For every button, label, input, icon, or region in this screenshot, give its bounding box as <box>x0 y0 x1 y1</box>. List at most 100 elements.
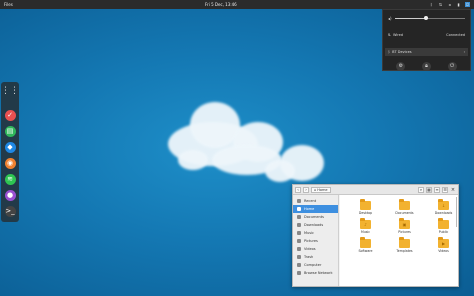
files-sidebar: Recent Home Documents Downloads Music Picture… <box>293 195 339 286</box>
sidebar-item-documents[interactable]: Documents <box>293 213 338 221</box>
active-app-label[interactable]: Files <box>4 2 13 7</box>
volume-slider-fill <box>394 17 427 19</box>
folder-name: Public <box>438 230 449 234</box>
sidebar-item-computer[interactable]: Computer <box>293 261 338 269</box>
sidebar-item-downloads[interactable]: Downloads <box>293 221 338 229</box>
sidebar-item-videos[interactable]: Videos <box>293 245 338 253</box>
files-headerbar: ‹ › ⌂ Home ⌕ ▦ ≡ ☰ × <box>293 185 458 195</box>
lock-icon[interactable]: 🔒︎ <box>421 62 431 71</box>
close-button[interactable]: × <box>450 187 456 193</box>
sidebar-item-music[interactable]: Music <box>293 229 338 237</box>
folder-grid: Desktop Documents ↓ Downloads ♪ Music ▣ Picture… <box>346 199 463 253</box>
app-blue-icon[interactable]: ◆ <box>4 142 16 153</box>
path-home-button[interactable]: ⌂ Home <box>311 186 331 193</box>
sidebar-item-label: Videos <box>304 247 316 251</box>
bluetooth-row[interactable]: ᛒ BT Devices › <box>385 48 468 56</box>
sidebar-item-trash[interactable]: Trash <box>293 253 338 261</box>
scrollbar[interactable] <box>456 197 457 227</box>
folder-icon <box>399 237 410 248</box>
folder-icon <box>399 199 410 210</box>
folder-item[interactable]: ▣ Pictures <box>385 218 424 234</box>
folder-item[interactable]: Templates <box>385 237 424 253</box>
folder-name: Pictures <box>398 230 411 234</box>
folder-item[interactable]: Desktop <box>346 199 385 215</box>
app-grid-icon[interactable]: ⋮⋮ <box>1 86 19 97</box>
browse-network-icon <box>297 271 301 275</box>
sidebar-item-home[interactable]: Home <box>293 205 338 213</box>
back-button[interactable]: ‹ <box>295 186 301 193</box>
sidebar-item-browse-network[interactable]: Browse Network <box>293 269 338 277</box>
folder-icon: ♪ <box>360 218 371 229</box>
sidebar-item-label: Trash <box>304 255 314 259</box>
wired-network-icon: ⇅ <box>388 33 391 37</box>
volume-icon: ◂) <box>388 15 392 21</box>
videos-icon <box>297 247 301 251</box>
music-icon <box>297 231 301 235</box>
forward-button[interactable]: › <box>303 186 309 193</box>
files-content: Desktop Documents ↓ Downloads ♪ Music ▣ Picture… <box>340 195 458 286</box>
app-spotify-icon[interactable]: ≋ <box>4 174 16 185</box>
files-window: ‹ › ⌂ Home ⌕ ▦ ≡ ☰ × Recent Home Documents D… <box>292 184 459 287</box>
sidebar-item-label: Documents <box>304 215 324 219</box>
bluetooth-icon: ᛒ <box>388 50 391 54</box>
folder-item[interactable]: ▶ Videos <box>424 237 463 253</box>
power-icon[interactable]: ⏻ <box>464 2 470 7</box>
volume-row: ◂) <box>388 15 465 21</box>
settings-icon[interactable]: ⚙ <box>396 62 406 71</box>
folder-icon <box>360 199 371 210</box>
folder-name: Templates <box>396 249 413 253</box>
computer-icon <box>297 263 301 267</box>
folder-item[interactable]: Public <box>424 218 463 234</box>
folder-item[interactable]: ↓ Downloads <box>424 199 463 215</box>
chevron-right-icon: › <box>463 50 465 54</box>
network-label: Wired <box>392 33 404 37</box>
app-green-icon[interactable]: ▤ <box>4 126 16 137</box>
sidebar-item-label: Downloads <box>304 223 324 227</box>
volume-slider[interactable] <box>394 15 465 20</box>
view-grid-icon[interactable]: ▦ <box>426 186 432 193</box>
bluetooth-icon[interactable]: ᛒ <box>429 2 434 7</box>
bluetooth-label: BT Devices <box>392 50 412 54</box>
folder-name: Videos <box>438 249 449 253</box>
sidebar-item-recent[interactable]: Recent <box>293 197 338 205</box>
documents-icon <box>297 215 301 219</box>
folder-icon: ↓ <box>438 199 449 210</box>
system-tray[interactable]: ᛒ ⇅ ◂ ▮ ⏻ <box>429 2 470 7</box>
network-status: Connected <box>446 33 465 37</box>
volume-icon[interactable]: ◂ <box>447 2 452 7</box>
folder-name: Documents <box>395 211 414 215</box>
folder-name: Downloads <box>434 211 453 215</box>
folder-name: Desktop <box>358 211 373 215</box>
sidebar-item-pictures[interactable]: Pictures <box>293 237 338 245</box>
recent-icon <box>297 199 301 203</box>
folder-name: Music <box>360 230 371 234</box>
menu-icon[interactable]: ☰ <box>442 186 448 193</box>
folder-icon: ▣ <box>399 218 410 229</box>
system-menu-popover: ◂) ⇅ Wired Connected ᛒ BT Devices › ⚙ 🔒︎ ⏻ <box>382 9 471 71</box>
home-icon <box>297 207 301 211</box>
folder-item[interactable]: ♪ Music <box>346 218 385 234</box>
app-purple-icon[interactable]: ● <box>4 190 16 201</box>
downloads-icon <box>297 223 301 227</box>
volume-slider-knob[interactable] <box>424 15 429 20</box>
folder-glyph: ▶ <box>441 241 446 246</box>
network-row[interactable]: ⇅ Wired Connected <box>388 32 465 38</box>
folder-icon: ▶ <box>438 237 449 248</box>
folder-item[interactable]: Documents <box>385 199 424 215</box>
power-icon[interactable]: ⏻ <box>447 62 457 71</box>
popover-actions: ⚙ 🔒︎ ⏻ <box>388 62 465 71</box>
app-orange-icon[interactable]: ◉ <box>4 158 16 169</box>
view-list-icon[interactable]: ≡ <box>434 186 440 193</box>
folder-icon <box>360 237 371 248</box>
network-icon[interactable]: ⇅ <box>438 2 443 7</box>
folder-item[interactable]: Software <box>346 237 385 253</box>
app-red-icon[interactable]: ✓ <box>4 110 16 121</box>
folder-icon <box>438 218 449 229</box>
folder-name: Software <box>358 249 373 253</box>
battery-icon[interactable]: ▮ <box>456 2 461 7</box>
path-label: Home <box>317 187 328 192</box>
folder-glyph: ▣ <box>402 222 407 227</box>
search-icon[interactable]: ⌕ <box>418 186 424 193</box>
app-terminal-icon[interactable]: >_ <box>4 206 16 217</box>
clock[interactable]: Fri 5 Dec, 13:46 <box>205 2 237 7</box>
